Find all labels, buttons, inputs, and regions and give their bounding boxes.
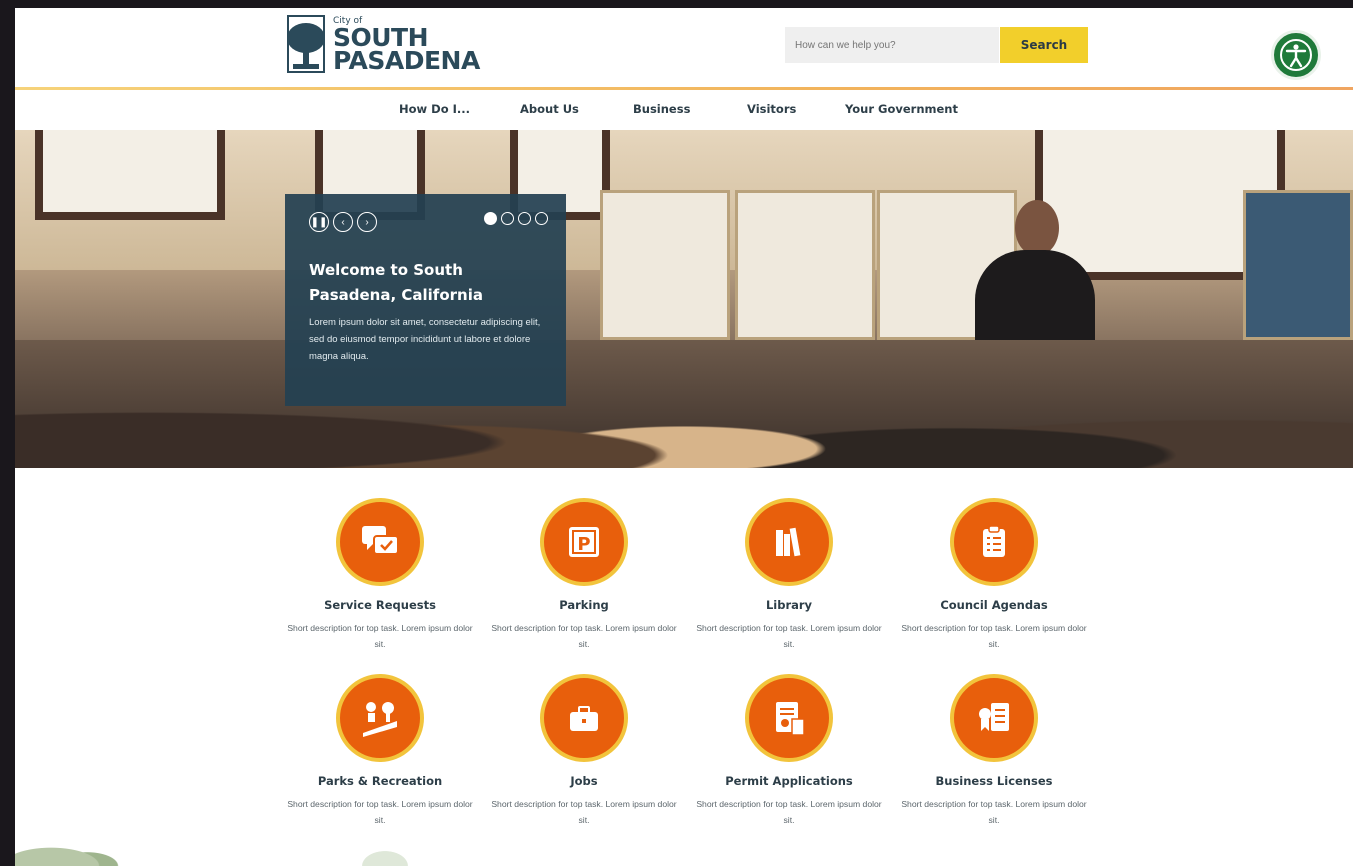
slide-dot[interactable] — [535, 212, 548, 225]
task-title: Business Licenses — [935, 774, 1053, 788]
nav-item-your-government[interactable]: Your Government — [845, 90, 958, 128]
parking-icon: P — [569, 527, 599, 557]
task-description: Short description for top task. Lorem ip… — [901, 799, 1087, 825]
nav-item-how-do-i[interactable]: How Do I... — [399, 90, 470, 128]
site-logo[interactable]: City of SOUTH PASADENA — [285, 14, 480, 74]
task-title: Parking — [559, 598, 609, 612]
logo-name-line2: PASADENA — [333, 45, 480, 75]
task-permit-applications[interactable]: Permit Applications Short description fo… — [694, 674, 884, 828]
task-title: Jobs — [570, 774, 598, 788]
svg-text:P: P — [577, 534, 590, 555]
tree-logo-icon — [287, 15, 325, 73]
task-icon-circle — [336, 674, 424, 762]
pause-button[interactable]: ❚❚ — [309, 212, 329, 232]
task-description: Short description for top task. Lorem ip… — [287, 799, 473, 825]
chat-bubbles-icon — [362, 526, 399, 555]
slide-dot[interactable] — [484, 212, 497, 225]
nav-item-business[interactable]: Business — [633, 90, 690, 128]
hero-slider: ❚❚ ‹ › Welcome to South Pasadena, Califo… — [15, 130, 1353, 468]
hero-photo-speaker-head — [1015, 200, 1059, 256]
task-jobs[interactable]: Jobs Short description for top task. Lor… — [489, 674, 679, 828]
task-title: Service Requests — [324, 598, 436, 612]
hero-photo-window — [35, 130, 225, 220]
footer-foliage-image — [15, 834, 135, 866]
footer-palm-image — [345, 840, 425, 866]
task-description: Short description for top task. Lorem ip… — [696, 623, 882, 649]
hero-photo-artboard — [600, 190, 730, 340]
page: City of SOUTH PASADENA Search How Do I..… — [15, 8, 1353, 866]
license-icon — [979, 703, 1009, 731]
next-slide-button[interactable]: › — [357, 212, 377, 232]
task-description: Short description for top task. Lorem ip… — [901, 623, 1087, 649]
task-icon-circle: P — [540, 498, 628, 586]
hero-title: Welcome to South Pasadena, California — [309, 261, 483, 304]
task-title: Parks & Recreation — [317, 774, 443, 788]
hero-photo-artboard — [1243, 190, 1353, 340]
task-icon-circle — [950, 674, 1038, 762]
hero-caption-panel: ❚❚ ‹ › Welcome to South Pasadena, Califo… — [285, 194, 566, 406]
accessibility-icon — [1280, 39, 1312, 71]
clipboard-icon — [983, 525, 1005, 557]
previous-slide-button[interactable]: ‹ — [333, 212, 353, 232]
task-icon-circle — [950, 498, 1038, 586]
search-button[interactable]: Search — [1000, 27, 1088, 63]
task-icon-circle — [336, 498, 424, 586]
task-title: Permit Applications — [725, 774, 853, 788]
chevron-right-icon: › — [365, 216, 369, 228]
books-icon — [776, 527, 801, 557]
nav-item-visitors[interactable]: Visitors — [747, 90, 796, 128]
slide-dot[interactable] — [501, 212, 514, 225]
search-input[interactable] — [785, 27, 999, 63]
task-service-requests[interactable]: Service Requests Short description for t… — [285, 498, 475, 652]
pause-icon: ❚❚ — [310, 216, 328, 228]
task-business-licenses[interactable]: Business Licenses Short description for … — [899, 674, 1089, 828]
task-title: Council Agendas — [940, 598, 1048, 612]
hero-photo-artboard — [735, 190, 875, 340]
slide-dot[interactable] — [518, 212, 531, 225]
task-parking[interactable]: P Parking Short description for top task… — [489, 498, 679, 652]
briefcase-icon — [570, 706, 598, 731]
hero-body: Lorem ipsum dolor sit amet, consectetur … — [309, 317, 541, 362]
park-icon — [363, 702, 397, 737]
task-icon-circle — [540, 674, 628, 762]
task-description: Short description for top task. Lorem ip… — [696, 799, 882, 825]
permit-icon — [776, 702, 805, 736]
main-nav: How Do I... About Us Business Visitors Y… — [15, 90, 1353, 130]
task-title: Library — [765, 598, 813, 612]
task-council-agendas[interactable]: Council Agendas Short description for to… — [899, 498, 1089, 652]
site-header: City of SOUTH PASADENA Search — [15, 8, 1353, 90]
task-parks-recreation[interactable]: Parks & Recreation Short description for… — [285, 674, 475, 828]
task-description: Short description for top task. Lorem ip… — [491, 799, 677, 825]
task-icon-circle — [745, 498, 833, 586]
hero-photo-audience — [15, 340, 1353, 468]
chevron-left-icon: ‹ — [341, 216, 345, 228]
task-library[interactable]: Library Short description for top task. … — [694, 498, 884, 652]
task-description: Short description for top task. Lorem ip… — [491, 623, 677, 649]
nav-item-about-us[interactable]: About Us — [520, 90, 579, 128]
accessibility-button[interactable] — [1271, 30, 1321, 80]
task-description: Short description for top task. Lorem ip… — [287, 623, 473, 649]
slide-indicators — [484, 212, 548, 225]
task-icon-circle — [745, 674, 833, 762]
